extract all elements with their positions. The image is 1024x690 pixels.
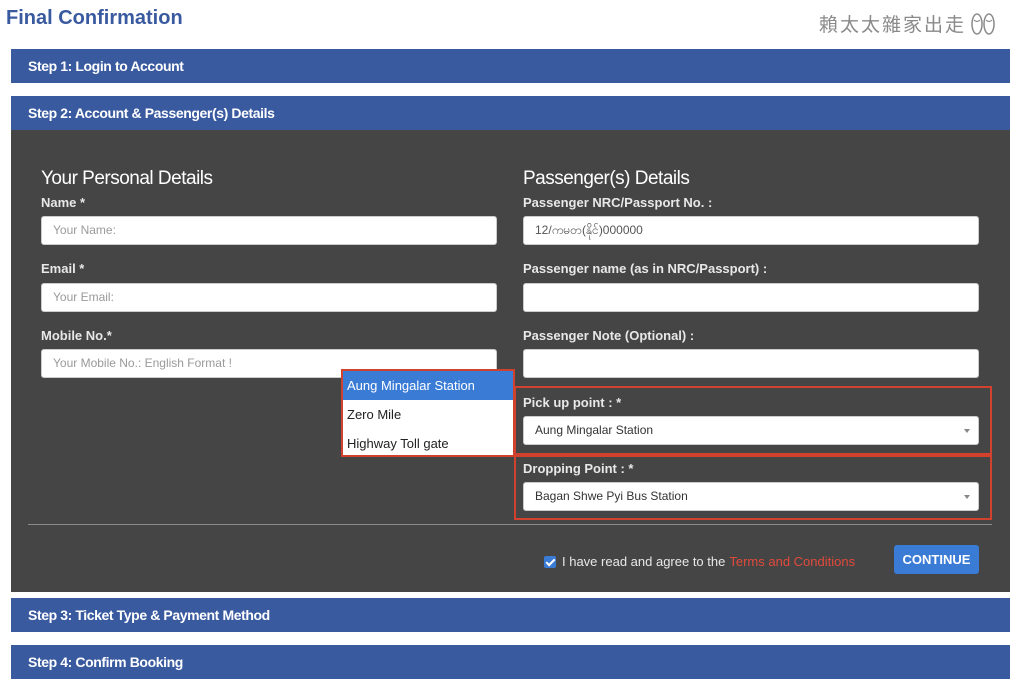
dropdown-option[interactable]: Zero Mile bbox=[343, 400, 513, 429]
dropdown-option[interactable]: Highway Toll gate bbox=[343, 429, 513, 458]
step-1-header[interactable]: Step 1: Login to Account bbox=[11, 49, 1010, 83]
passenger-details-heading: Passenger(s) Details bbox=[523, 168, 690, 189]
slippers-icon bbox=[971, 12, 995, 35]
divider bbox=[28, 524, 992, 525]
watermark: 賴太太雜家出走 bbox=[819, 10, 996, 37]
agree-text: I have read and agree to the bbox=[562, 554, 726, 569]
pickup-label: Pick up point : * bbox=[523, 395, 622, 410]
terms-link[interactable]: Terms and Conditions bbox=[729, 554, 855, 569]
continue-button[interactable]: CONTINUE bbox=[894, 545, 979, 574]
dropping-select[interactable]: Bagan Shwe Pyi Bus Station bbox=[523, 482, 979, 511]
watermark-text: 賴太太雜家出走 bbox=[818, 14, 966, 36]
name-label: Name * bbox=[41, 195, 86, 210]
passenger-note-input[interactable] bbox=[523, 349, 979, 378]
chevron-down-icon bbox=[964, 495, 970, 499]
dropping-select-value: Bagan Shwe Pyi Bus Station bbox=[535, 489, 688, 503]
page-title: Final Confirmation bbox=[6, 7, 183, 29]
agree-checkbox[interactable] bbox=[544, 555, 556, 568]
passenger-name-input[interactable] bbox=[523, 283, 979, 312]
name-input[interactable]: Your Name: bbox=[41, 216, 497, 245]
step-3-header[interactable]: Step 3: Ticket Type & Payment Method bbox=[11, 598, 1010, 632]
personal-details-heading: Your Personal Details bbox=[41, 168, 213, 189]
passenger-name-label: Passenger name (as in NRC/Passport) : bbox=[523, 261, 768, 276]
email-label: Email * bbox=[41, 261, 85, 276]
step-2-header[interactable]: Step 2: Account & Passenger(s) Details bbox=[11, 96, 1010, 130]
pickup-select[interactable]: Aung Mingalar Station bbox=[523, 416, 979, 445]
nrc-label: Passenger NRC/Passport No. : bbox=[523, 195, 713, 210]
pickup-dropdown-list: Aung Mingalar Station Zero Mile Highway … bbox=[341, 369, 515, 457]
dropdown-option[interactable]: Aung Mingalar Station bbox=[343, 371, 513, 400]
nrc-input[interactable]: 12/ကမတ(နိုင်)000000 bbox=[523, 216, 979, 245]
chevron-down-icon bbox=[964, 429, 970, 433]
dropping-label: Dropping Point : * bbox=[523, 461, 634, 476]
step-4-header[interactable]: Step 4: Confirm Booking bbox=[11, 645, 1010, 679]
pickup-select-value: Aung Mingalar Station bbox=[535, 423, 654, 437]
agree-row: I have read and agree to the Terms and C… bbox=[544, 554, 855, 569]
email-input[interactable]: Your Email: bbox=[41, 283, 497, 312]
passenger-note-label: Passenger Note (Optional) : bbox=[523, 328, 695, 343]
mobile-label: Mobile No.* bbox=[41, 328, 112, 343]
